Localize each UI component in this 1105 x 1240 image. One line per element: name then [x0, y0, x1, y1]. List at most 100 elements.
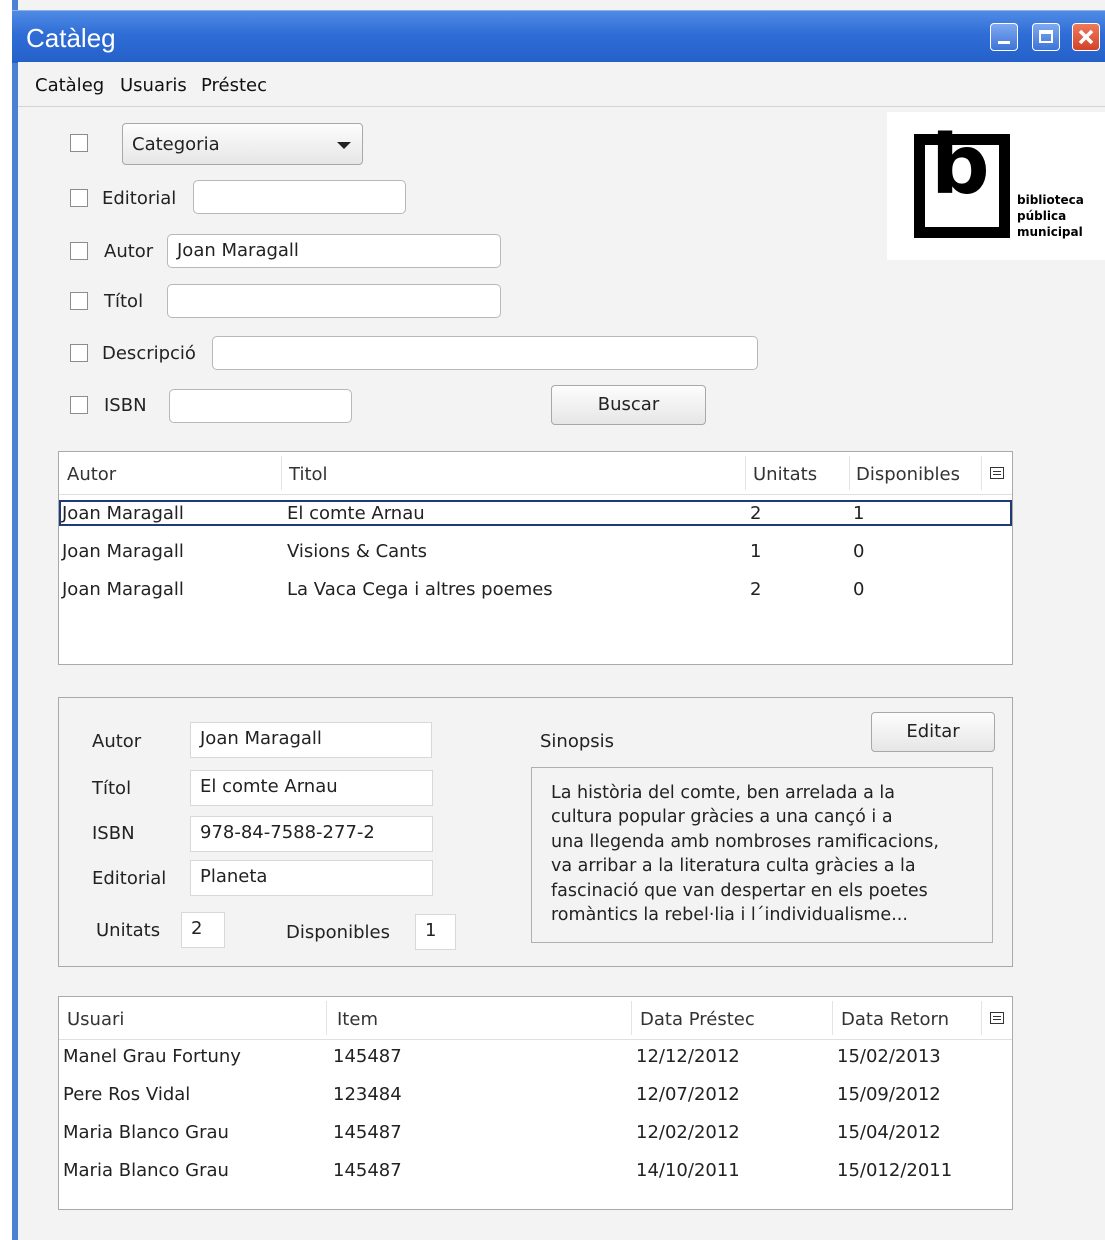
autor-label: Autor [104, 241, 154, 262]
loans-header-row: Usuari Item Data Préstec Data Retorn [59, 997, 1012, 1040]
cell-usuari: Maria Blanco Grau [63, 1160, 229, 1181]
cell-titol: Visions & Cants [287, 541, 428, 562]
loans-table: Usuari Item Data Préstec Data Retorn Man… [58, 996, 1013, 1210]
detail-autor-label: Autor [92, 731, 142, 752]
sinopsis-line: cultura popular gràcies a una cançó i a [551, 807, 893, 828]
cell-unitats: 2 [750, 579, 762, 600]
column-chooser-icon[interactable] [990, 467, 1004, 479]
menu-bar: Catàleg Usuaris Préstec [18, 62, 1105, 107]
loans-header-item[interactable]: Item [337, 1009, 378, 1030]
loans-header-data-retorn[interactable]: Data Retorn [841, 1009, 949, 1030]
sinopsis-text[interactable]: La història del comte, ben arrelada a la… [531, 767, 993, 943]
cell-data-retorn: 15/04/2012 [837, 1122, 941, 1143]
descripcio-checkbox[interactable] [70, 344, 88, 362]
cell-autor: Joan Maragall [62, 503, 184, 524]
window-left-border [12, 0, 18, 1240]
isbn-input[interactable] [169, 389, 352, 423]
categoria-select-value: Categoria [132, 134, 220, 155]
column-chooser-icon[interactable] [990, 1012, 1004, 1024]
table-row[interactable]: Joan Maragall El comte Arnau 2 1 [59, 500, 1012, 526]
sinopsis-line: va arribar a la literatura culta gràcies… [551, 856, 916, 877]
isbn-checkbox[interactable] [70, 396, 88, 414]
cell-unitats: 1 [750, 541, 762, 562]
detail-unitats-label: Unitats [96, 920, 161, 941]
descripcio-input[interactable] [212, 336, 758, 370]
categoria-select[interactable]: Categoria [122, 123, 363, 165]
menu-usuaris[interactable]: Usuaris [120, 75, 187, 96]
detail-titol-field[interactable]: El comte Arnau [190, 770, 433, 806]
buscar-button[interactable]: Buscar [551, 385, 706, 425]
results-header-titol[interactable]: Titol [289, 464, 328, 485]
loans-header-usuari[interactable]: Usuari [67, 1009, 124, 1030]
editorial-label: Editorial [102, 188, 177, 209]
results-header-autor[interactable]: Autor [67, 464, 116, 485]
editar-button[interactable]: Editar [871, 712, 995, 752]
cell-usuari: Maria Blanco Grau [63, 1122, 229, 1143]
editorial-checkbox[interactable] [70, 189, 88, 207]
detail-isbn-field[interactable]: 978-84-7588-277-2 [190, 816, 433, 852]
cell-data-retorn: 15/012/2011 [837, 1160, 953, 1181]
cell-usuari: Pere Ros Vidal [63, 1084, 191, 1105]
cell-disponibles: 1 [853, 503, 865, 524]
detail-unitats-field[interactable]: 2 [181, 912, 225, 948]
cell-disponibles: 0 [853, 579, 865, 600]
results-header-disponibles[interactable]: Disponibles [856, 464, 960, 485]
sinopsis-line: La història del comte, ben arrelada a la [551, 783, 896, 803]
descripcio-label: Descripció [102, 343, 196, 364]
minimize-icon [998, 41, 1010, 44]
maximize-button[interactable] [1032, 23, 1060, 51]
logo-text-line2: pública [1017, 209, 1067, 223]
cell-data-prestec: 14/10/2011 [636, 1160, 740, 1181]
cell-data-prestec: 12/07/2012 [636, 1084, 740, 1105]
table-row[interactable]: Maria Blanco Grau 145487 12/02/2012 15/0… [59, 1121, 1012, 1147]
cell-titol: La Vaca Cega i altres poemes [287, 579, 553, 600]
sinopsis-line: romàntics la rebel·lia i l´individualism… [551, 905, 908, 926]
title-bar[interactable]: Catàleg [12, 10, 1105, 63]
logo-text-line3: municipal [1017, 225, 1083, 239]
table-row[interactable]: Pere Ros Vidal 123484 12/07/2012 15/09/2… [59, 1083, 1012, 1109]
sinopsis-label: Sinopsis [540, 731, 615, 752]
cell-usuari: Manel Grau Fortuny [63, 1046, 241, 1067]
detail-disponibles-field[interactable]: 1 [415, 914, 456, 950]
table-row[interactable]: Manel Grau Fortuny 145487 12/12/2012 15/… [59, 1045, 1012, 1071]
titol-checkbox[interactable] [70, 292, 88, 310]
detail-titol-label: Títol [92, 778, 132, 799]
categoria-checkbox[interactable] [70, 134, 88, 152]
cell-autor: Joan Maragall [62, 541, 184, 562]
menu-cataleg[interactable]: Catàleg [35, 75, 104, 96]
minimize-button[interactable] [990, 23, 1018, 51]
cell-item: 145487 [333, 1122, 402, 1143]
loans-header-data-prestec[interactable]: Data Préstec [640, 1009, 755, 1030]
sinopsis-line: una llegenda amb nombroses ramificacions… [551, 831, 939, 852]
catalog-window: Catàleg Catàleg Usuaris Préstec b biblio… [0, 0, 1105, 1240]
detail-autor-field[interactable]: Joan Maragall [190, 722, 432, 758]
isbn-label: ISBN [104, 395, 147, 416]
results-header-row: Autor Titol Unitats Disponibles [59, 452, 1012, 495]
cell-titol: El comte Arnau [287, 503, 425, 524]
editorial-input[interactable] [193, 180, 406, 214]
autor-checkbox[interactable] [70, 242, 88, 260]
logo-letter: b [931, 118, 990, 213]
cell-autor: Joan Maragall [62, 579, 184, 600]
detail-editorial-field[interactable]: Planeta [190, 860, 433, 896]
cell-data-retorn: 15/09/2012 [837, 1084, 941, 1105]
titol-input[interactable] [167, 284, 501, 318]
table-row[interactable]: Joan Maragall Visions & Cants 1 0 [59, 538, 1012, 564]
table-row[interactable]: Joan Maragall La Vaca Cega i altres poem… [59, 576, 1012, 602]
close-button[interactable] [1072, 23, 1100, 51]
results-header-unitats[interactable]: Unitats [753, 464, 817, 485]
logo-text-line1: biblioteca [1017, 193, 1084, 207]
autor-input[interactable]: Joan Maragall [167, 234, 501, 268]
sinopsis-line: fascinació que van despertar en els poet… [551, 880, 928, 901]
cell-data-prestec: 12/02/2012 [636, 1122, 740, 1143]
menu-prestec[interactable]: Préstec [201, 75, 267, 96]
detail-panel: Autor Joan Maragall Títol El comte Arnau… [58, 697, 1013, 967]
detail-disponibles-label: Disponibles [286, 922, 390, 943]
chevron-down-icon [337, 142, 351, 149]
cell-data-prestec: 12/12/2012 [636, 1046, 740, 1067]
table-row[interactable]: Maria Blanco Grau 145487 14/10/2011 15/0… [59, 1159, 1012, 1185]
cell-item: 123484 [333, 1084, 402, 1105]
cell-unitats: 2 [750, 503, 762, 524]
detail-isbn-label: ISBN [92, 823, 135, 844]
window-left-margin [0, 0, 12, 1240]
